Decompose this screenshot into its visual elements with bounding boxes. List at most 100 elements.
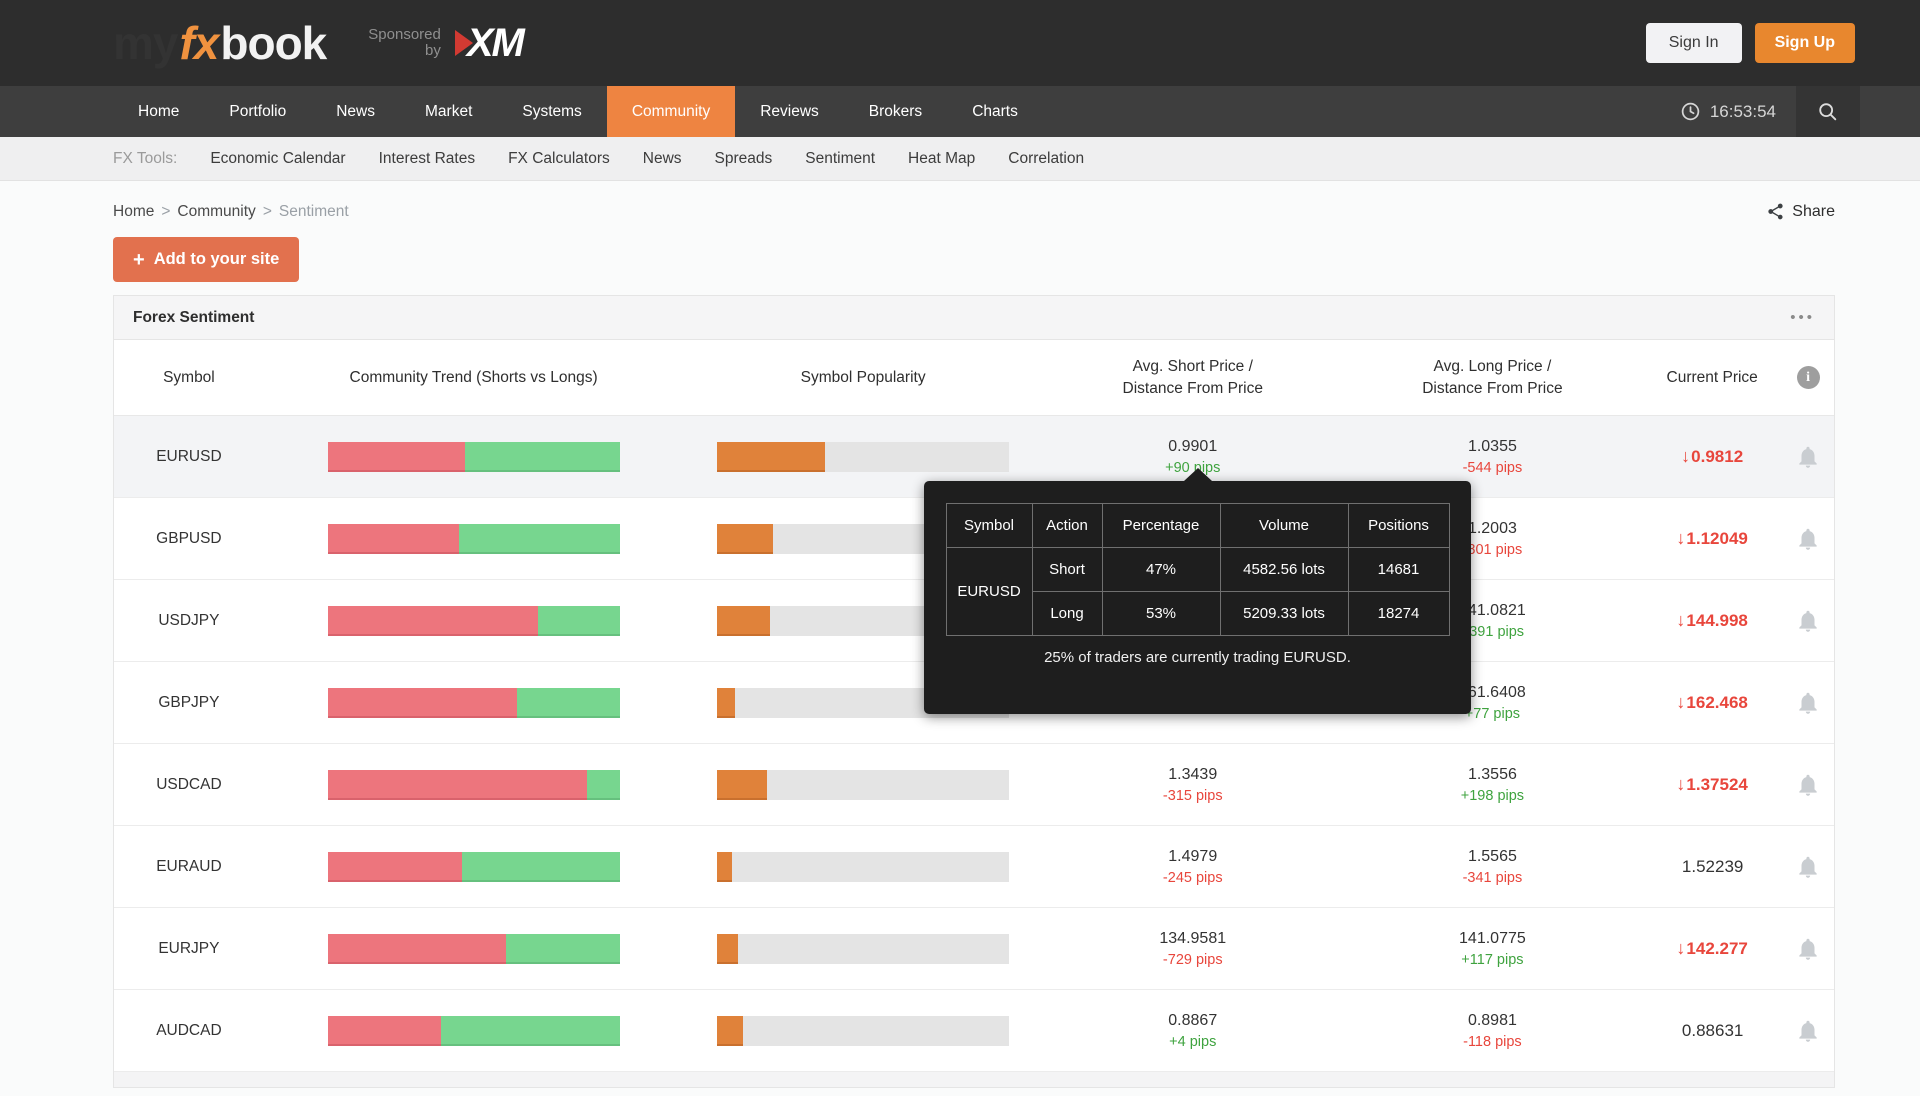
long-distance-pips: -801 pips (1463, 540, 1523, 560)
alert-bell-icon[interactable] (1795, 444, 1821, 470)
nav-item-reviews[interactable]: Reviews (735, 86, 844, 137)
long-distance-pips: -341 pips (1463, 868, 1523, 888)
header-symbol-popularity: Symbol Popularity (683, 369, 1043, 387)
longs-bar-segment (517, 688, 619, 718)
fx-tool-fx-calculators[interactable]: FX Calculators (508, 150, 610, 168)
shorts-bar-segment (328, 934, 506, 964)
fx-tool-heat-map[interactable]: Heat Map (908, 150, 975, 168)
current-price: ↓ 142.277 (1676, 938, 1747, 959)
longs-bar-segment (538, 606, 620, 636)
avg-long-price: 0.8981 (1468, 1009, 1517, 1032)
symbol-label: USDJPY (158, 612, 219, 630)
sign-up-button[interactable]: Sign Up (1755, 23, 1855, 63)
price-down-arrow-icon: ↓ (1676, 528, 1685, 549)
symbol-label: GBPUSD (156, 530, 221, 548)
nav-item-news[interactable]: News (311, 86, 400, 137)
search-icon (1817, 101, 1839, 123)
nav-item-charts[interactable]: Charts (947, 86, 1043, 137)
avg-long-price: 1.3556 (1468, 763, 1517, 786)
table-row-euraud[interactable]: EURAUD 1.4979 -245 pips 1.5565 -341 pips… (114, 826, 1834, 908)
fx-tool-news[interactable]: News (643, 150, 682, 168)
breadcrumb-separator: > (263, 203, 272, 221)
alert-bell-icon[interactable] (1795, 772, 1821, 798)
symbol-popularity-bar (717, 852, 1009, 882)
shorts-bar-segment (328, 770, 588, 800)
add-to-your-site-button[interactable]: + Add to your site (113, 237, 299, 282)
search-button[interactable] (1796, 86, 1860, 137)
fx-tool-spreads[interactable]: Spreads (715, 150, 773, 168)
popularity-fill (717, 524, 772, 554)
table-row-audcad[interactable]: AUDCAD 0.8867 +4 pips 0.8981 -118 pips 0… (114, 990, 1834, 1072)
nav-item-home[interactable]: Home (113, 86, 204, 137)
symbol-label: EURJPY (158, 940, 219, 958)
current-price: ↓ 1.37524 (1676, 774, 1747, 795)
alert-bell-icon[interactable] (1795, 936, 1821, 962)
alert-bell-icon[interactable] (1795, 526, 1821, 552)
popularity-fill (717, 1016, 743, 1046)
avg-short-price: 1.4979 (1168, 845, 1217, 868)
nav-item-portfolio[interactable]: Portfolio (204, 86, 311, 137)
price-down-arrow-icon: ↓ (1676, 692, 1685, 713)
header-avg-long-price: Avg. Long Price / Distance From Price (1343, 356, 1643, 400)
current-price: ↓ 0.9812 (1681, 446, 1743, 467)
shorts-bar-segment (328, 852, 462, 882)
longs-bar-segment (465, 442, 620, 472)
panel-menu-button[interactable]: ••• (1790, 313, 1815, 323)
price-down-arrow-icon: ↓ (1676, 774, 1685, 795)
nav-item-market[interactable]: Market (400, 86, 497, 137)
alert-bell-icon[interactable] (1795, 690, 1821, 716)
nav-item-community[interactable]: Community (607, 86, 735, 137)
logo-fx: fx (177, 16, 220, 70)
alert-bell-icon[interactable] (1795, 854, 1821, 880)
fx-tool-correlation[interactable]: Correlation (1008, 150, 1084, 168)
alert-bell-icon[interactable] (1795, 1018, 1821, 1044)
community-trend-bar (328, 852, 620, 882)
current-price: ↓ 162.468 (1676, 692, 1747, 713)
current-price: 1.52239 (1681, 857, 1743, 877)
community-trend-bar (328, 770, 620, 800)
community-trend-bar (328, 442, 620, 472)
top-bar: my fx book Sponsored by XM Sign In Sign … (0, 0, 1920, 86)
share-label: Share (1792, 203, 1835, 221)
tooltip-arrow (1184, 468, 1212, 481)
sign-in-button[interactable]: Sign In (1646, 23, 1742, 63)
fx-tool-interest-rates[interactable]: Interest Rates (379, 150, 476, 168)
panel-title: Forex Sentiment (133, 309, 254, 327)
myfxbook-logo[interactable]: my fx book (113, 16, 326, 70)
community-trend-bar (328, 1016, 620, 1046)
table-row-usdcad[interactable]: USDCAD 1.3439 -315 pips 1.3556 +198 pips… (114, 744, 1834, 826)
longs-bar-segment (506, 934, 620, 964)
partial-next-row (114, 1072, 1834, 1087)
current-price: ↓ 144.998 (1676, 610, 1747, 631)
shorts-bar-segment (328, 442, 465, 472)
nav-item-brokers[interactable]: Brokers (844, 86, 947, 137)
long-distance-pips: +198 pips (1461, 786, 1524, 806)
logo-book: book (220, 16, 326, 70)
long-distance-pips: -544 pips (1463, 458, 1523, 478)
info-icon[interactable]: i (1797, 366, 1820, 389)
avg-long-price: 141.0775 (1459, 927, 1526, 950)
symbol-popularity-bar (717, 1016, 1009, 1046)
breadcrumb-home[interactable]: Home (113, 203, 154, 221)
popularity-fill (717, 688, 735, 718)
breadcrumb-sentiment: Sentiment (279, 203, 349, 221)
forex-sentiment-panel: Forex Sentiment ••• Symbol Community Tre… (113, 295, 1835, 1088)
fx-tools-bar: FX Tools: Economic CalendarInterest Rate… (0, 137, 1920, 181)
breadcrumb-community[interactable]: Community (177, 203, 255, 221)
fx-tool-sentiment[interactable]: Sentiment (805, 150, 875, 168)
header-avg-short-price: Avg. Short Price / Distance From Price (1043, 356, 1343, 400)
share-button[interactable]: Share (1766, 202, 1835, 221)
breadcrumb-separator: > (161, 203, 170, 221)
alert-bell-icon[interactable] (1795, 608, 1821, 634)
xm-logo[interactable]: XM (455, 21, 523, 66)
breadcrumb: Home > Community > Sentiment (113, 203, 349, 221)
community-trend-bar (328, 606, 620, 636)
symbol-label: EURAUD (156, 858, 221, 876)
fx-tool-economic-calendar[interactable]: Economic Calendar (210, 150, 345, 168)
symbol-label: USDCAD (156, 776, 221, 794)
main-nav-bar: HomePortfolioNewsMarketSystemsCommunityR… (0, 86, 1920, 137)
nav-item-systems[interactable]: Systems (497, 86, 606, 137)
table-row-eurjpy[interactable]: EURJPY 134.9581 -729 pips 141.0775 +117 … (114, 908, 1834, 990)
popularity-fill (717, 934, 737, 964)
header-current-price: Current Price (1642, 369, 1782, 387)
